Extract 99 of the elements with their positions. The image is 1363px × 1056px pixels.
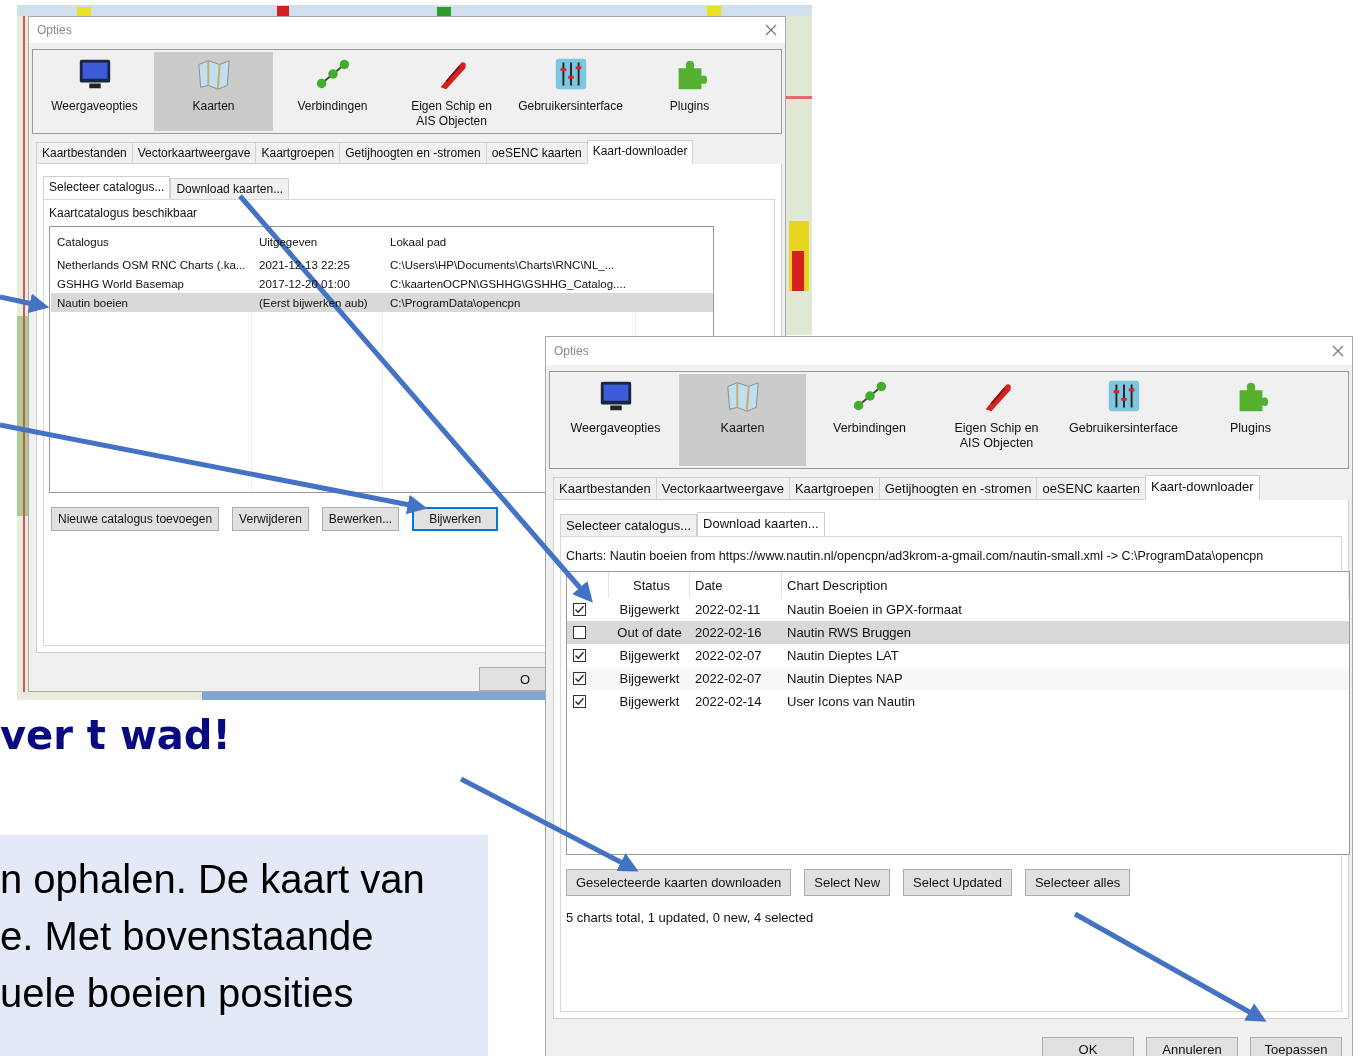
- action-button[interactable]: Select New: [804, 869, 890, 896]
- tab[interactable]: Getijhoogten en -stromen: [339, 142, 486, 164]
- slide-text-line: e. Met bovenstaande: [0, 913, 375, 960]
- column-header: Status: [609, 572, 690, 598]
- toolbar-label: Kaarten: [191, 99, 236, 115]
- table-cell-text: Nautin boeien: [56, 296, 129, 309]
- toolbar-item[interactable]: Gebruikersinterface: [1060, 374, 1187, 466]
- checkbox[interactable]: [573, 603, 586, 616]
- chart-row[interactable]: Bijgewerkt 2022-02-07 Nautin Dieptes NAP: [567, 667, 1349, 690]
- tab[interactable]: Selecteer catalogus...: [560, 514, 698, 537]
- table-cell-text: GSHHG World Basemap: [56, 277, 185, 290]
- table-cell-text: Bijgewerkt: [618, 694, 681, 709]
- chart-row[interactable]: Bijgewerkt 2022-02-14 User Icons van Nautin: [567, 690, 1349, 713]
- window-title: Opties: [554, 344, 589, 358]
- table-cell-text: 2022-02-07: [694, 648, 763, 663]
- slide-text-line: n ophalen. De kaart van: [0, 856, 426, 903]
- toolbar-item[interactable]: Plugins: [1187, 374, 1314, 466]
- tab[interactable]: Kaartbestanden: [553, 477, 656, 500]
- toolbar-item[interactable]: Kaarten: [679, 374, 806, 466]
- chart-row[interactable]: Bijgewerkt 2022-02-07 Nautin Dieptes LAT: [567, 644, 1349, 667]
- tab[interactable]: Kaartbestanden: [36, 142, 132, 164]
- toolbar-item[interactable]: Plugins: [630, 52, 749, 131]
- table-cell-text: Nautin Dieptes NAP: [786, 671, 904, 686]
- toolbar-label: Plugins: [668, 99, 711, 115]
- column-header: Lokaal pad: [389, 236, 448, 248]
- action-button[interactable]: Selecteer alles: [1024, 869, 1131, 896]
- tab[interactable]: Kaartgroepen: [255, 142, 340, 164]
- table-cell-text: 2022-02-11: [694, 602, 762, 617]
- toolbar-label: Weergaveopties: [50, 99, 139, 115]
- action-button[interactable]: Select Updated: [903, 869, 1012, 896]
- tab[interactable]: oeSENC kaarten: [485, 142, 587, 164]
- tab[interactable]: Download kaarten...: [170, 178, 290, 200]
- toolbar-label: Verbindingen: [832, 421, 907, 436]
- toolbar-item[interactable]: Kaarten: [154, 52, 273, 131]
- table-cell-text: C:\Users\HP\Documents\Charts\RNC\NL_...: [389, 258, 616, 271]
- toolbar-label: Weergaveopties: [569, 421, 662, 436]
- toolbar-item[interactable]: Eigen Schip en AIS Objecten: [392, 52, 511, 131]
- toolbar-label: Gebruikersinterface: [518, 99, 623, 115]
- table-cell-text: Bijgewerkt: [618, 648, 681, 663]
- tab[interactable]: Vectorkaartweergave: [655, 477, 789, 500]
- table-cell-text: C:\kaartenOCPN\GSHHG\GSHHG_Catalog....: [389, 277, 627, 290]
- dialog-button[interactable]: OK: [1042, 1037, 1134, 1056]
- table-cell-text: C:\ProgramData\opencpn: [389, 296, 522, 309]
- slide-heading: ver t wad!: [0, 712, 231, 758]
- action-button[interactable]: Nieuwe catalogus toevoegen: [51, 507, 220, 531]
- toolbar-label: Verbindingen: [296, 99, 369, 115]
- tab[interactable]: Getijhoogten en -stromen: [878, 477, 1037, 500]
- toolbar-item[interactable]: Eigen Schip en AIS Objecten: [933, 374, 1060, 466]
- action-button[interactable]: Bijwerken: [412, 507, 499, 531]
- toolbar-label: Eigen Schip en AIS Objecten: [953, 421, 1040, 451]
- table-cell-text: Nautin RWS Bruggen: [786, 625, 913, 640]
- toolbar-item[interactable]: Weergaveopties: [552, 374, 679, 466]
- slide-text-line: uele boeien posities: [0, 970, 355, 1017]
- source-path: Charts: Nautin boeien from https://www.nautin.nl/opencpn/ad3krom-a-gmail.com/nautin-small.xml -> C:\ProgramData\opencpn: [566, 549, 1265, 563]
- table-cell-text: User Icons van Nautin: [786, 694, 916, 709]
- toolbar-item[interactable]: Weergaveopties: [35, 52, 154, 131]
- dialog-button[interactable]: Toepassen: [1250, 1037, 1342, 1056]
- table-cell-text: Nautin Boeien in GPX-formaat: [786, 602, 963, 617]
- table-cell-text: Bijgewerkt: [618, 602, 681, 617]
- close-icon[interactable]: [765, 24, 777, 37]
- action-button[interactable]: Bewerken...: [321, 507, 400, 531]
- tab[interactable]: Download kaarten...: [697, 512, 825, 537]
- toolbar-label: Eigen Schip en AIS Objecten: [410, 99, 493, 130]
- summary-text: 5 charts total, 1 updated, 0 new, 4 selected: [566, 910, 815, 925]
- table-cell-text: 2022-02-16: [694, 625, 763, 640]
- dialog-button[interactable]: Annuleren: [1146, 1037, 1238, 1056]
- column-header: Chart Description: [782, 572, 1349, 598]
- chart-row[interactable]: Bijgewerkt 2022-02-11 Nautin Boeien in GPX-formaat: [567, 598, 1349, 621]
- action-button[interactable]: Geselecteerde kaarten downloaden: [566, 869, 792, 896]
- toolbar-item[interactable]: Verbindingen: [806, 374, 933, 466]
- action-button[interactable]: Verwijderen: [232, 507, 309, 531]
- tab[interactable]: Kaart-downloader: [1144, 475, 1260, 500]
- column-header: Catalogus: [56, 236, 110, 248]
- tab[interactable]: Vectorkaartweergave: [131, 142, 256, 164]
- table-cell-text: 2022-02-14: [694, 694, 763, 709]
- checkbox[interactable]: [573, 626, 586, 639]
- checkbox[interactable]: [573, 695, 586, 708]
- column-header: Date: [690, 572, 782, 598]
- section-label: Kaartcatalogus beschikbaar: [49, 206, 199, 220]
- close-icon[interactable]: [1332, 345, 1344, 357]
- toolbar-label: Plugins: [1229, 421, 1272, 436]
- checkbox[interactable]: [573, 649, 586, 662]
- checkbox[interactable]: [573, 672, 586, 685]
- table-cell-text: Netherlands OSM RNC Charts (.ka...: [56, 258, 247, 271]
- table-cell-text: Nautin Dieptes LAT: [786, 648, 900, 663]
- chart-row[interactable]: Out of date 2022-02-16 Nautin RWS Bruggen: [567, 621, 1349, 644]
- tab[interactable]: Kaart-downloader: [586, 140, 694, 164]
- window-title: Opties: [37, 23, 72, 38]
- toolbar-item[interactable]: Verbindingen: [273, 52, 392, 131]
- toolbar-label: Gebruikersinterface: [1068, 421, 1179, 436]
- table-cell-text: Bijgewerkt: [618, 671, 681, 686]
- table-cell-text: Out of date: [616, 625, 683, 640]
- arrow: [0, 293, 50, 314]
- tab[interactable]: Selecteer catalogus...: [43, 176, 171, 200]
- tab[interactable]: Kaartgroepen: [788, 477, 879, 500]
- table-cell-text: 2022-02-07: [694, 671, 763, 686]
- toolbar-label: Kaarten: [719, 421, 766, 436]
- toolbar-item[interactable]: Gebruikersinterface: [511, 52, 630, 131]
- tab[interactable]: oeSENC kaarten: [1036, 477, 1145, 500]
